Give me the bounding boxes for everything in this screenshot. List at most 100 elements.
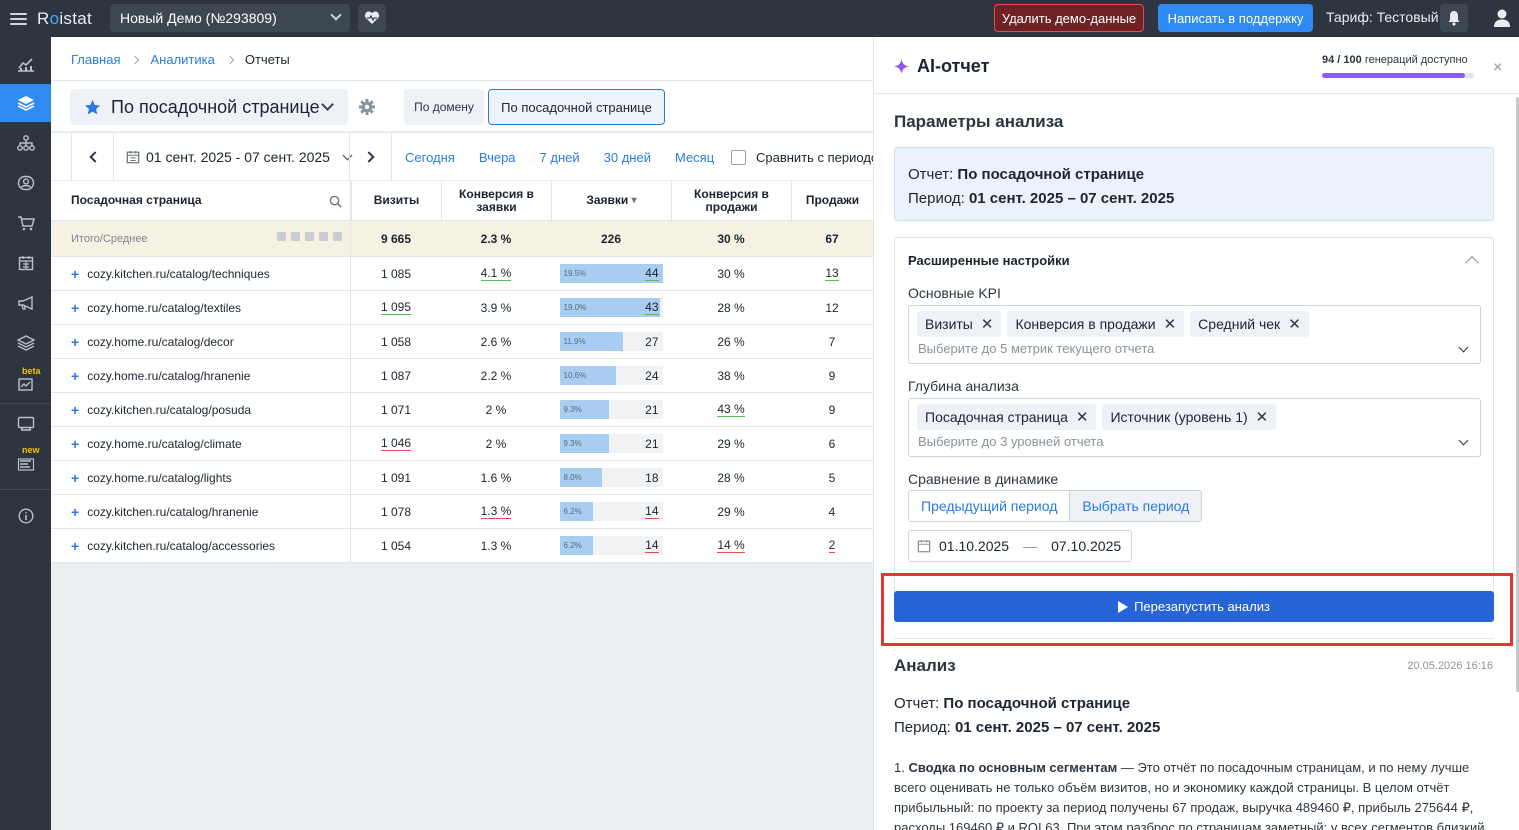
close-icon[interactable]: ✕ xyxy=(1256,408,1269,426)
table-row[interactable]: + cozy.kitchen.ru/catalog/posuda 1 071 2 % 9… xyxy=(51,393,873,427)
user-menu-button[interactable] xyxy=(1490,6,1514,30)
leads-share-bar: 6.2% 14 xyxy=(559,502,663,521)
col-header-sales[interactable]: Продажи xyxy=(791,181,873,220)
table-row[interactable]: + cozy.kitchen.ru/catalog/hranenie 1 078 1.… xyxy=(51,495,873,529)
sidebar-item-reports[interactable] xyxy=(0,84,51,122)
expand-icon[interactable]: + xyxy=(71,470,79,486)
table-row[interactable]: + cozy.home.ru/catalog/decor 1 058 2.6 % 11.… xyxy=(51,325,873,359)
logo[interactable]: Roistat xyxy=(37,9,92,29)
area-chart-icon[interactable] xyxy=(305,232,314,241)
kpi-chip[interactable]: Средний чек ✕ xyxy=(1190,311,1309,337)
col-header-conv-leads[interactable]: Конверсия в заявки xyxy=(441,181,551,220)
close-icon[interactable]: ✕ xyxy=(981,315,994,333)
breadcrumb-analytics[interactable]: Аналитика xyxy=(150,52,214,67)
expand-icon[interactable]: + xyxy=(71,504,79,520)
cell-page[interactable]: + cozy.kitchen.ru/catalog/techniques xyxy=(51,257,351,290)
expand-icon[interactable]: + xyxy=(71,334,79,350)
cell-page[interactable]: + cozy.home.ru/catalog/decor xyxy=(51,325,351,358)
cell-page[interactable]: + cozy.kitchen.ru/catalog/posuda xyxy=(51,393,351,426)
notifications-button[interactable] xyxy=(1440,4,1468,32)
period-yesterday[interactable]: Вчера xyxy=(479,150,516,165)
col-header-leads[interactable]: Заявки ▾ xyxy=(551,181,671,220)
cell-page[interactable]: + cozy.home.ru/catalog/textiles xyxy=(51,291,351,324)
phone-icon[interactable] xyxy=(319,232,328,241)
cell-page[interactable]: + cozy.home.ru/catalog/lights xyxy=(51,461,351,494)
health-button[interactable] xyxy=(358,4,386,32)
table-row[interactable]: + cozy.home.ru/catalog/lights 1 091 1.6 % 8.… xyxy=(51,461,873,495)
period-7-days[interactable]: 7 дней xyxy=(540,150,580,165)
search-icon[interactable] xyxy=(329,195,342,208)
list-icon[interactable] xyxy=(333,232,342,241)
previous-period-option[interactable]: Предыдущий период xyxy=(908,490,1071,522)
cell-page[interactable]: + cozy.home.ru/catalog/hranenie xyxy=(51,359,351,392)
date-from[interactable]: 01.10.2025 xyxy=(939,538,1009,554)
col-header-visits[interactable]: Визиты xyxy=(351,181,441,220)
sidebar-item-calendar[interactable] xyxy=(0,244,51,282)
table-row[interactable]: + cozy.kitchen.ru/catalog/accessories 1 05… xyxy=(51,529,873,563)
sidebar-item-leads[interactable] xyxy=(0,164,51,202)
kpi-multiselect[interactable]: Визиты ✕ Конверсия в продажи ✕ Средний чек… xyxy=(908,305,1481,364)
cell-page[interactable]: + cozy.home.ru/catalog/climate xyxy=(51,427,351,460)
expand-icon[interactable]: + xyxy=(71,402,79,418)
period-today[interactable]: Сегодня xyxy=(405,150,455,165)
leads-value: 21 xyxy=(645,403,659,417)
tariff-label[interactable]: Тариф: Тестовый xyxy=(1326,9,1439,25)
sidebar-item-ads[interactable] xyxy=(0,284,51,322)
close-icon[interactable]: ✕ xyxy=(1076,408,1089,426)
page-url: cozy.home.ru/catalog/textiles xyxy=(87,300,242,315)
close-icon[interactable]: ✕ xyxy=(1288,315,1301,333)
advanced-settings-title[interactable]: Расширенные настройки xyxy=(908,253,1070,268)
kpi-chip[interactable]: Конверсия в продажи ✕ xyxy=(1007,311,1185,337)
sort-icon[interactable] xyxy=(277,232,286,241)
period-30-days[interactable]: 30 дней xyxy=(604,150,651,165)
expand-icon[interactable]: + xyxy=(71,436,79,452)
tab-by-domain[interactable]: По домену xyxy=(404,89,484,125)
sidebar-item-info[interactable] xyxy=(0,497,51,535)
choose-period-option[interactable]: Выбрать период xyxy=(1070,490,1203,522)
chevron-up-icon[interactable] xyxy=(1464,255,1480,271)
sidebar-item-structure[interactable] xyxy=(0,124,51,162)
col-header-conv-sales[interactable]: Конверсия в продажи xyxy=(671,181,791,220)
depth-chip[interactable]: Источник (уровень 1) ✕ xyxy=(1102,404,1277,430)
table-row[interactable]: + cozy.home.ru/catalog/climate 1 046 2 % 9.3… xyxy=(51,427,873,461)
close-icon[interactable]: ✕ xyxy=(1164,315,1177,333)
col-header-page[interactable]: Посадочная страница xyxy=(51,181,351,220)
breadcrumb-home[interactable]: Главная xyxy=(71,52,120,67)
delete-demo-button[interactable]: Удалить демо-данные xyxy=(994,4,1144,32)
square-icon[interactable] xyxy=(291,232,300,241)
next-period-button[interactable] xyxy=(349,133,392,181)
compare-date-range[interactable]: 01.10.2025 — 07.10.2025 xyxy=(908,530,1132,562)
table-row[interactable]: + cozy.kitchen.ru/catalog/techniques 1 085… xyxy=(51,257,873,291)
sidebar-item-stack[interactable] xyxy=(0,324,51,362)
depth-label: Глубина анализа xyxy=(908,378,1019,394)
compare-period-toggle[interactable]: Сравнить с периодом xyxy=(731,150,873,165)
depth-chip[interactable]: Посадочная страница ✕ xyxy=(917,404,1097,430)
expand-icon[interactable]: + xyxy=(71,300,79,316)
prev-period-button[interactable] xyxy=(71,133,114,181)
table-row[interactable]: + cozy.home.ru/catalog/textiles 1 095 3.9 %… xyxy=(51,291,873,325)
compare-checkbox[interactable] xyxy=(731,150,746,165)
cell-page[interactable]: + cozy.kitchen.ru/catalog/accessories xyxy=(51,529,351,562)
cell-conv-sales: 43 % xyxy=(717,401,745,417)
table-row[interactable]: + cozy.home.ru/catalog/hranenie 1 087 2.2 %… xyxy=(51,359,873,393)
depth-multiselect[interactable]: Посадочная страница ✕ Источник (уровень 1… xyxy=(908,398,1481,457)
close-panel-button[interactable]: × xyxy=(1493,59,1502,77)
expand-icon[interactable]: + xyxy=(71,538,79,554)
breadcrumb-current: Отчеты xyxy=(244,52,290,67)
cell-page[interactable]: + cozy.kitchen.ru/catalog/hranenie xyxy=(51,495,351,528)
support-button[interactable]: Написать в поддержку xyxy=(1158,4,1313,32)
expand-icon[interactable]: + xyxy=(71,266,79,282)
sidebar-item-dashboard[interactable] xyxy=(0,45,51,83)
date-range-select[interactable]: 01 сент. 2025 - 07 сент. 2025 xyxy=(126,149,353,165)
tab-by-landing[interactable]: По посадочной странице xyxy=(488,89,665,125)
sidebar-item-sales[interactable] xyxy=(0,204,51,242)
period-month[interactable]: Месяц xyxy=(675,150,714,165)
date-to[interactable]: 07.10.2025 xyxy=(1051,538,1121,554)
sidebar-item-bot[interactable] xyxy=(0,404,51,442)
menu-icon[interactable] xyxy=(10,12,27,25)
report-settings-button[interactable] xyxy=(358,98,376,119)
report-select[interactable]: По посадочной странице xyxy=(70,89,348,125)
project-select[interactable]: Новый Демо (№293809) xyxy=(110,4,350,32)
kpi-chip[interactable]: Визиты ✕ xyxy=(917,311,1002,337)
expand-icon[interactable]: + xyxy=(71,368,79,384)
